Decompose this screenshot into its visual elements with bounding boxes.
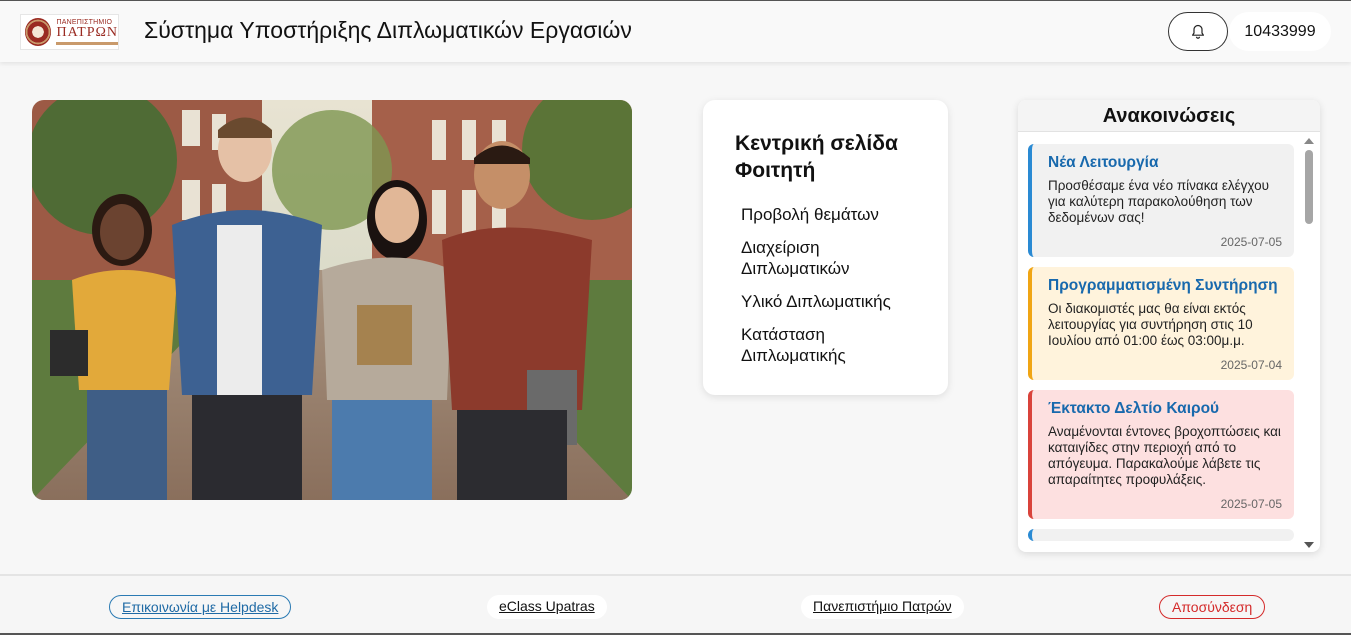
announcement-item-partial <box>1028 529 1294 541</box>
announcement-date: 2025-07-04 <box>1220 358 1282 372</box>
students-photo-illustration <box>32 100 632 500</box>
announcement-title: Προγραμματισμένη Συντήρηση <box>1048 277 1278 294</box>
logout-button[interactable]: Αποσύνδεση <box>1159 595 1266 619</box>
user-id-badge[interactable]: 10433999 <box>1229 12 1331 51</box>
announcement-body: Οι διακομιστές μας θα είναι εκτός λειτου… <box>1048 301 1253 348</box>
announcement-item[interactable]: Νέα Λειτουργία Προσθέσαμε ένα νέο πίνακα… <box>1028 144 1294 257</box>
notifications-button[interactable] <box>1168 12 1228 51</box>
footer: Επικοινωνία με Helpdesk eClass Upatras Π… <box>0 574 1351 635</box>
announcement-date: 2025-07-05 <box>1220 235 1282 249</box>
menu-item-thesis-material[interactable]: Υλικό Διπλωματικής <box>741 291 931 312</box>
scroll-down-arrow-icon[interactable] <box>1304 542 1314 548</box>
app-title: Σύστημα Υποστήριξης Διπλωματικών Εργασιώ… <box>144 17 632 43</box>
announcements-panel: Ανακοινώσεις Νέα Λειτουργία Προσθέσαμε έ… <box>1018 100 1320 552</box>
scrollbar-thumb[interactable] <box>1305 150 1313 224</box>
menu-item-manage-theses[interactable]: Διαχείριση Διπλωματικών <box>741 237 931 279</box>
student-menu-card: Κεντρική σελίδα Φοιτητή Προβολή θεμάτων … <box>703 100 948 395</box>
logo-text: ΠΑΝΕΠΙΣΤΗΜΙΟ ΠΑΤΡΩΝ <box>56 19 118 45</box>
student-menu-list: Προβολή θεμάτων Διαχείριση Διπλωματικών … <box>741 204 931 378</box>
university-link[interactable]: Πανεπιστήμιο Πατρών <box>801 595 964 619</box>
announcement-title: Έκτακτο Δελτίο Καιρού <box>1048 400 1220 417</box>
announcement-item[interactable]: Προγραμματισμένη Συντήρηση Οι διακομιστέ… <box>1028 267 1294 380</box>
menu-item-thesis-status[interactable]: Κατάσταση Διπλωματικής <box>741 324 931 366</box>
announcement-body: Αναμένονται έντονες βροχοπτώσεις και κατ… <box>1048 424 1281 487</box>
announcements-list[interactable]: Νέα Λειτουργία Προσθέσαμε ένα νέο πίνακα… <box>1028 144 1294 541</box>
announcement-title: Νέα Λειτουργία <box>1048 154 1159 171</box>
announcement-item[interactable]: Έκτακτο Δελτίο Καιρού Αναμένονται έντονε… <box>1028 390 1294 519</box>
logo-underline <box>56 42 118 45</box>
university-logo[interactable]: ΠΑΝΕΠΙΣΤΗΜΙΟ ΠΑΤΡΩΝ <box>20 14 119 50</box>
scroll-up-arrow-icon[interactable] <box>1304 138 1314 144</box>
student-menu-title: Κεντρική σελίδα Φοιτητή <box>735 132 898 182</box>
announcement-date: 2025-07-05 <box>1220 497 1282 511</box>
bell-icon <box>1192 24 1204 39</box>
announcement-body: Προσθέσαμε ένα νέο πίνακα ελέγχου για κα… <box>1048 178 1269 225</box>
eclass-link[interactable]: eClass Upatras <box>487 595 607 619</box>
logo-line2: ΠΑΤΡΩΝ <box>56 25 118 40</box>
top-header: ΠΑΝΕΠΙΣΤΗΜΙΟ ΠΑΤΡΩΝ Σύστημα Υποστήριξης … <box>0 0 1351 62</box>
announcements-scrollbar[interactable] <box>1302 134 1316 552</box>
announcements-title: Ανακοινώσεις <box>1018 100 1320 132</box>
menu-item-view-topics[interactable]: Προβολή θεμάτων <box>741 204 931 225</box>
university-seal-icon <box>25 18 52 46</box>
students-photo <box>32 100 632 500</box>
helpdesk-link[interactable]: Επικοινωνία με Helpdesk <box>109 595 292 619</box>
